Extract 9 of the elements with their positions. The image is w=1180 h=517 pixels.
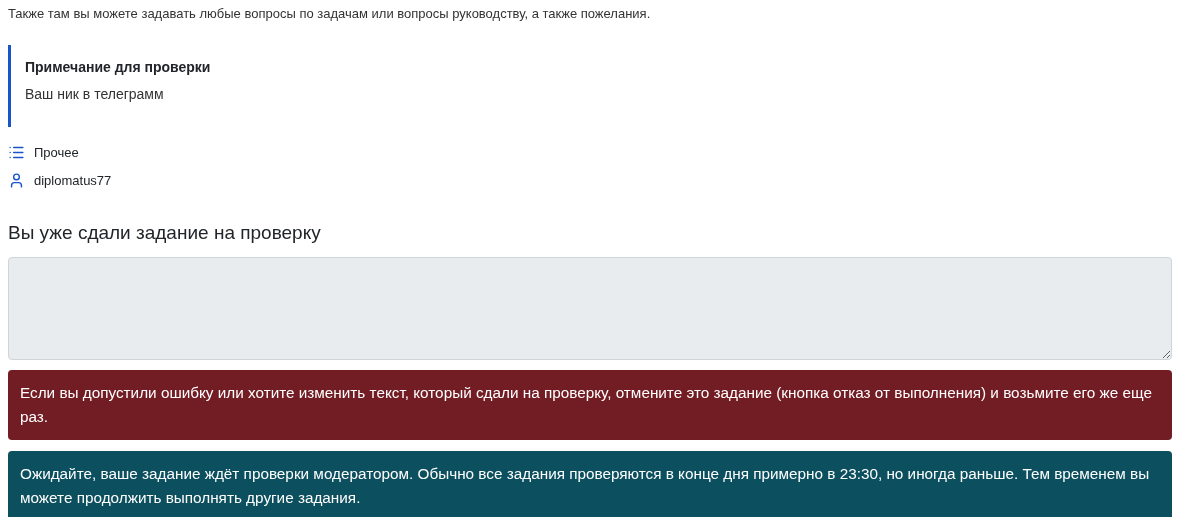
- meta-text: Прочее: [34, 143, 79, 162]
- section-heading: Вы уже сдали задание на проверку: [8, 220, 322, 245]
- user-icon: [8, 172, 25, 190]
- note-text: Ваш ник в телеграмм: [25, 84, 165, 104]
- note-title: Примечание для проверки: [25, 57, 212, 77]
- alert-message: Если вы допустили ошибку или хотите изменить текст, который сдали на проверку, отмените это задание (кнопка отказ от выполнения) и возьмите его же еще раз.: [8, 370, 1172, 440]
- meta-text: diplomatus77: [34, 172, 112, 190]
- alert-message: Ожидайте, ваше задание ждёт проверки модератором. Обычно все задания проверяются в конце дня примерно в 23:30, но иногда раньше. Тем временем вы можете продолжить выполнять другие задания.: [8, 451, 1172, 517]
- intro-text: Также там вы можете задавать любые вопросы по задачам или вопросы руководству, а также пожелания.: [8, 5, 652, 23]
